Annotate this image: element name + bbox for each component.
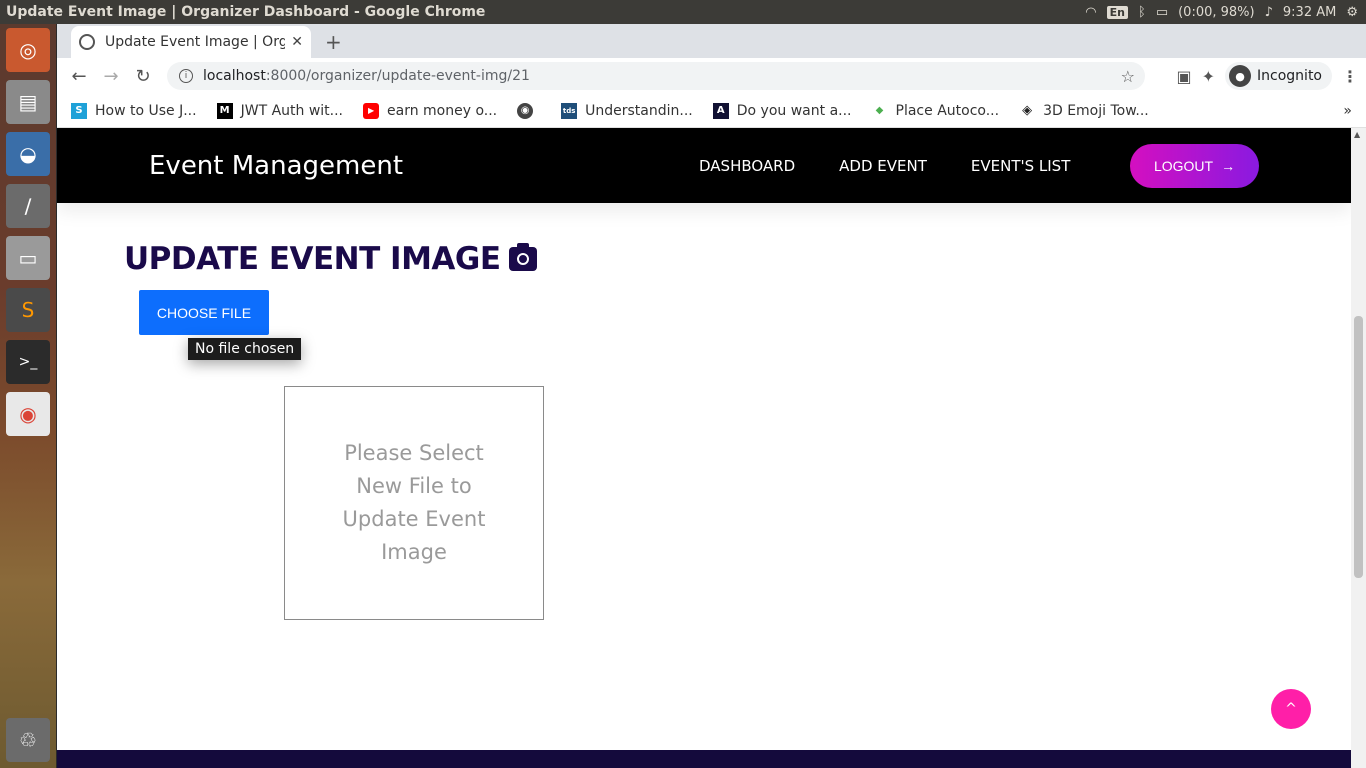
camera-icon	[508, 243, 537, 271]
bookmark-item[interactable]: tds Understandin...	[561, 102, 693, 119]
bookmark-label: earn money o...	[387, 102, 498, 119]
bookmark-favicon-icon: ◆	[871, 102, 888, 119]
chevron-up-icon: ^	[1285, 701, 1297, 717]
bookmark-star-icon[interactable]: ☆	[1121, 67, 1135, 86]
os-top-bar: Update Event Image | Organizer Dashboard…	[0, 0, 1366, 24]
page-title-text: UPDATE EVENT IMAGE	[124, 241, 501, 277]
bookmark-item[interactable]: ◉	[517, 102, 541, 119]
close-tab-icon[interactable]: ✕	[291, 34, 303, 50]
incognito-label: Incognito	[1257, 68, 1322, 84]
bookmark-item[interactable]: ▶ earn money o...	[363, 102, 498, 119]
reload-icon[interactable]: ↻	[127, 66, 159, 87]
incognito-icon: ●	[1229, 65, 1252, 87]
extensions-puzzle-icon[interactable]: ✦	[1202, 67, 1215, 86]
volume-icon[interactable]: ♪	[1265, 5, 1273, 20]
bookmark-favicon-icon: M	[216, 102, 233, 119]
postgres-elephant-icon[interactable]: ◒	[6, 132, 50, 176]
clock[interactable]: 9:32 AM	[1283, 5, 1336, 20]
main-nav: DASHBOARD ADD EVENT EVENT'S LIST	[699, 157, 1070, 175]
logout-button[interactable]: LOGOUT →	[1130, 144, 1259, 188]
sublime-text-icon[interactable]: S	[6, 288, 50, 332]
image-preview-box: Please Select New File to Update Event I…	[284, 386, 544, 620]
bookmark-item[interactable]: M JWT Auth wit...	[216, 102, 344, 119]
url-path: :8000/organizer/update-event-img/21	[265, 68, 530, 84]
color-picker-icon[interactable]: ∕	[6, 184, 50, 228]
trash-icon[interactable]: ♲	[6, 718, 50, 762]
site-info-icon[interactable]: i	[179, 69, 193, 83]
incognito-indicator[interactable]: ● Incognito	[1225, 62, 1332, 90]
bookmark-favicon-icon: A	[712, 102, 729, 119]
bookmark-item[interactable]: A Do you want a...	[712, 102, 852, 119]
tab-strip: Update Event Image | Organizer Dashboard…	[57, 24, 1366, 58]
scroll-to-top-button[interactable]: ^	[1271, 689, 1311, 729]
nav-events-list[interactable]: EVENT'S LIST	[971, 157, 1070, 175]
arrow-right-icon: →	[1221, 158, 1236, 174]
bookmark-favicon-icon: tds	[561, 102, 578, 119]
page-title: UPDATE EVENT IMAGE	[124, 241, 537, 277]
scrollbar-thumb[interactable]	[1354, 316, 1363, 578]
page-viewport: Event Management DASHBOARD ADD EVENT EVE…	[57, 128, 1351, 768]
bookmark-favicon-icon: S	[71, 102, 87, 119]
tab-title: Update Event Image | Organizer Dashboard	[105, 34, 286, 50]
menu-kebab-icon[interactable]: ⋮	[1342, 67, 1358, 86]
system-tray: ◠ En ᛒ ▭ (0:00, 98%) ♪ 9:32 AM ⚙	[1085, 5, 1366, 20]
browser-toolbar: ← → ↻ i localhost:8000/organizer/update-…	[57, 58, 1366, 94]
bluetooth-icon[interactable]: ᛒ	[1138, 5, 1146, 20]
camera-icon[interactable]: ▣	[1177, 67, 1192, 86]
page-scrollbar[interactable]: ▲	[1351, 128, 1366, 768]
window-title: Update Event Image | Organizer Dashboard…	[6, 4, 486, 20]
ubuntu-home-icon[interactable]: ◎	[6, 28, 50, 72]
site-header: Event Management DASHBOARD ADD EVENT EVE…	[57, 128, 1351, 203]
preview-placeholder: Please Select New File to Update Event I…	[342, 441, 486, 564]
settings-gear-icon[interactable]: ⚙	[1346, 5, 1358, 20]
keyboard-language-indicator[interactable]: En	[1106, 5, 1128, 19]
file-tooltip: No file chosen	[188, 338, 302, 360]
battery-icon[interactable]: ▭	[1156, 5, 1168, 20]
back-arrow-icon[interactable]: ←	[63, 66, 95, 87]
address-bar[interactable]: i localhost:8000/organizer/update-event-…	[167, 62, 1145, 90]
terminal-icon[interactable]: >_	[6, 340, 50, 384]
url-text[interactable]: localhost:8000/organizer/update-event-im…	[203, 68, 530, 84]
file-manager-icon[interactable]: ▤	[6, 80, 50, 124]
forward-arrow-icon[interactable]: →	[95, 66, 127, 87]
disk-drive-icon[interactable]: ▭	[6, 236, 50, 280]
new-tab-plus-icon[interactable]: +	[325, 30, 342, 54]
bookmark-label: Understandin...	[585, 102, 693, 119]
bookmark-label: JWT Auth wit...	[240, 102, 344, 119]
nav-dashboard[interactable]: DASHBOARD	[699, 157, 795, 175]
toolbar-right-actions: ▣ ✦ ● Incognito ⋮	[1177, 62, 1358, 90]
choose-file-button[interactable]: CHOOSE FILE	[139, 290, 269, 335]
site-brand[interactable]: Event Management	[149, 151, 403, 181]
bookmark-item[interactable]: S How to Use J...	[71, 102, 197, 119]
more-bookmarks-chevron-icon[interactable]: »	[1343, 103, 1352, 119]
wifi-icon[interactable]: ◠	[1085, 5, 1096, 20]
browser-chrome: Update Event Image | Organizer Dashboard…	[57, 24, 1366, 128]
codepen-icon: ◈	[1019, 102, 1036, 119]
bookmark-label: Place Autoco...	[895, 102, 1000, 119]
bookmark-label: 3D Emoji Tow...	[1043, 102, 1149, 119]
bookmark-label: Do you want a...	[736, 102, 852, 119]
scroll-up-arrow-icon[interactable]: ▲	[1354, 130, 1360, 139]
nav-add-event[interactable]: ADD EVENT	[839, 157, 927, 175]
globe-icon: ◉	[517, 102, 534, 119]
globe-icon	[79, 34, 95, 50]
bookmark-item[interactable]: ◆ Place Autoco...	[871, 102, 1000, 119]
logout-label: LOGOUT	[1153, 158, 1214, 174]
url-host: localhost	[203, 68, 266, 84]
bookmark-item[interactable]: ◈ 3D Emoji Tow...	[1019, 102, 1149, 119]
youtube-icon: ▶	[363, 102, 380, 119]
battery-status[interactable]: (0:00, 98%)	[1178, 5, 1255, 20]
ubuntu-launcher: ◎ ▤ ◒ ∕ ▭ S >_ ◉ ♲	[0, 24, 56, 768]
site-footer	[57, 750, 1351, 768]
tab-active[interactable]: Update Event Image | Organizer Dashboard…	[71, 26, 311, 58]
bookmarks-bar: S How to Use J... M JWT Auth wit... ▶ ea…	[57, 94, 1366, 128]
bookmark-label: How to Use J...	[95, 102, 197, 119]
chrome-icon[interactable]: ◉	[6, 392, 50, 436]
